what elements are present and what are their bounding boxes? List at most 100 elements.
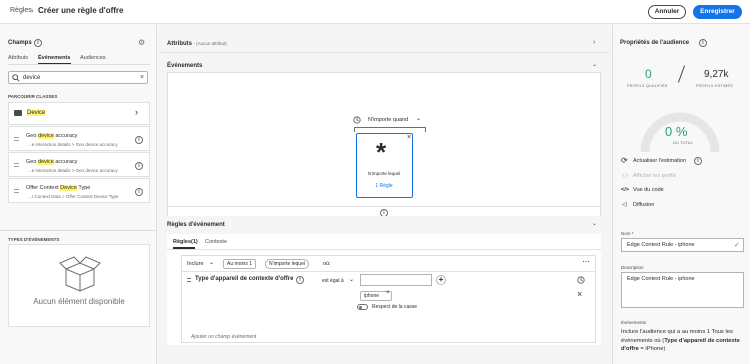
fields-header: Champs	[8, 40, 32, 46]
close-icon[interactable]: ×	[407, 134, 411, 141]
condition-field: Type d'appareil de contexte d'offre	[195, 276, 294, 282]
tab-attributes[interactable]: Attributs	[8, 55, 28, 61]
refresh-icon[interactable]: ⟳	[621, 156, 628, 165]
events-summary-label: Événements	[621, 320, 647, 325]
event-rules-title: Règles d'événement	[167, 222, 225, 228]
rule-divider	[182, 271, 595, 272]
folder-icon	[14, 110, 22, 116]
event-card-link[interactable]: 1 Règle	[357, 183, 411, 189]
tab-rules[interactable]: Règles(1)	[173, 239, 198, 245]
description-value: Edge Context Rule - iphone	[627, 276, 695, 282]
breadcrumb-separator: ›	[31, 6, 34, 15]
canvas-area: Attributs - (Aucun attribut) › Événement…	[161, 25, 609, 364]
canvas-divider	[168, 206, 600, 207]
event-rules-header[interactable]: Règles d'événement ⌄	[161, 216, 609, 234]
drag-handle-icon[interactable]	[187, 278, 191, 282]
chevron-right-icon: ›	[135, 107, 138, 117]
connector-line	[354, 127, 426, 132]
field-icon	[14, 137, 19, 141]
cancel-button[interactable]: Annuler	[648, 5, 686, 19]
value-input[interactable]	[360, 274, 432, 286]
breadcrumb[interactable]: Règles	[10, 7, 32, 14]
item-label-end: accuracy	[53, 133, 78, 139]
info-icon[interactable]: i	[135, 136, 143, 144]
chevron-right-icon[interactable]: ›	[593, 39, 595, 46]
fields-panel: Champs i ⚙ Attributs Événements Audience…	[0, 25, 157, 364]
item-label: Offer Context	[26, 185, 61, 191]
clear-icon[interactable]: ×	[140, 74, 144, 81]
event-rules-panel: Règles(1) Contexte Inclure ⌄ Au moins 1 …	[167, 234, 601, 345]
chevron-down-icon[interactable]: ⌄	[416, 115, 421, 122]
search-input[interactable]: device ×	[8, 71, 148, 84]
case-toggle[interactable]	[357, 304, 368, 310]
clock-icon[interactable]	[353, 116, 361, 124]
when-label[interactable]: N'importe quand	[368, 117, 408, 123]
any-tag[interactable]: N'importe lequel	[265, 259, 309, 269]
view-profiles-link: Afficher les profils	[633, 173, 677, 179]
info-icon[interactable]: i	[135, 162, 143, 170]
estimated-count: 9,27k	[704, 69, 729, 80]
qualified-caption: PROFILS QUALIFIÉS	[627, 84, 668, 88]
item-highlight: device	[37, 159, 54, 165]
info-icon[interactable]: i	[694, 157, 702, 165]
chevron-down-icon[interactable]: ⌄	[209, 259, 214, 266]
close-icon[interactable]: ×	[577, 289, 582, 299]
folder-item-device[interactable]: Device ›	[8, 102, 150, 125]
percent-value: 0 %	[665, 124, 688, 139]
list-item[interactable]: Offer Context Device Type ...r Context D…	[8, 178, 150, 203]
slash-divider	[677, 65, 686, 83]
include-select[interactable]: Inclure	[187, 261, 204, 267]
item-label: Geo	[26, 159, 38, 165]
operator-select[interactable]: est égal à	[322, 278, 344, 284]
info-icon[interactable]: i	[296, 276, 304, 284]
event-card-label: N'importe lequel	[367, 171, 401, 176]
section-title-classes: PARCOURIR CLASSES	[8, 94, 58, 99]
attributes-subtitle: - (Aucun attribut)	[192, 41, 227, 46]
save-button[interactable]: Enregistrer	[693, 5, 742, 19]
info-icon[interactable]: i	[135, 188, 143, 196]
required-asterisk: *	[631, 231, 634, 236]
add-field-placeholder[interactable]: Ajouter un champ événement	[191, 334, 256, 340]
rule-box: Inclure ⌄ Au moins 1 N'importe lequel où…	[181, 255, 596, 343]
tab-events[interactable]: Événements	[38, 55, 70, 61]
gear-icon[interactable]: ⚙	[138, 38, 145, 47]
item-label-end: Type	[76, 185, 91, 191]
clock-icon[interactable]	[577, 276, 585, 284]
description-label: Description	[621, 265, 644, 270]
attributes-header[interactable]: Attributs - (Aucun attribut) ›	[161, 35, 609, 53]
code-view-link[interactable]: Vue du code	[633, 187, 664, 193]
tab-audiences[interactable]: Audiences	[80, 55, 106, 61]
item-highlight: Device	[60, 185, 77, 191]
page-title: Créer une règle d'offre	[38, 6, 124, 15]
info-icon[interactable]: i	[34, 39, 42, 47]
chevron-down-icon[interactable]: ⌄	[592, 220, 597, 227]
tab-context[interactable]: Contexte	[205, 239, 227, 245]
chevron-down-icon[interactable]: ⌄	[349, 276, 354, 283]
search-icon	[12, 74, 20, 82]
list-item[interactable]: Geo device accuracy ...e interaction det…	[8, 152, 150, 177]
list-item[interactable]: Geo device accuracy ...e interaction det…	[8, 126, 150, 151]
events-canvas: N'importe quand ⌄ × * N'importe lequel 1…	[167, 72, 601, 233]
remove-tag-icon[interactable]: ×	[386, 290, 390, 296]
item-label: Geo	[26, 133, 38, 139]
name-field[interactable]: Edge Context Rule - iphone ✓	[621, 238, 744, 252]
add-value-button[interactable]: +	[436, 275, 446, 285]
events-summary-text: Inclure l'audience qui a au moins 1 Tous…	[621, 329, 740, 352]
refresh-estimate-link[interactable]: Actualiser l'estimation	[633, 158, 686, 164]
events-title: Événements	[167, 63, 203, 69]
chevron-down-icon[interactable]: ⌄	[592, 61, 597, 68]
item-label-end: accuracy	[53, 159, 78, 165]
name-value: Edge Context Rule - iphone	[627, 242, 695, 248]
distribution-link[interactable]: Diffusion	[633, 202, 654, 208]
info-icon[interactable]: i	[699, 39, 707, 47]
field-icon	[14, 163, 19, 167]
event-card[interactable]: × * N'importe lequel 1 Règle	[356, 133, 413, 198]
atleast-select[interactable]: Au moins 1	[223, 259, 257, 269]
more-icon[interactable]: ⋯	[582, 257, 590, 266]
item-path: ...r Context Data > Offer Context Device…	[28, 194, 119, 199]
top-bar: Règles › Créer une règle d'offre Annuler…	[0, 0, 750, 24]
search-value: device	[23, 74, 41, 81]
folder-label: Device	[27, 110, 46, 116]
estimated-caption: PROFILS ESTIMÉS	[696, 84, 733, 88]
description-field[interactable]: Edge Context Rule - iphone	[621, 272, 744, 308]
